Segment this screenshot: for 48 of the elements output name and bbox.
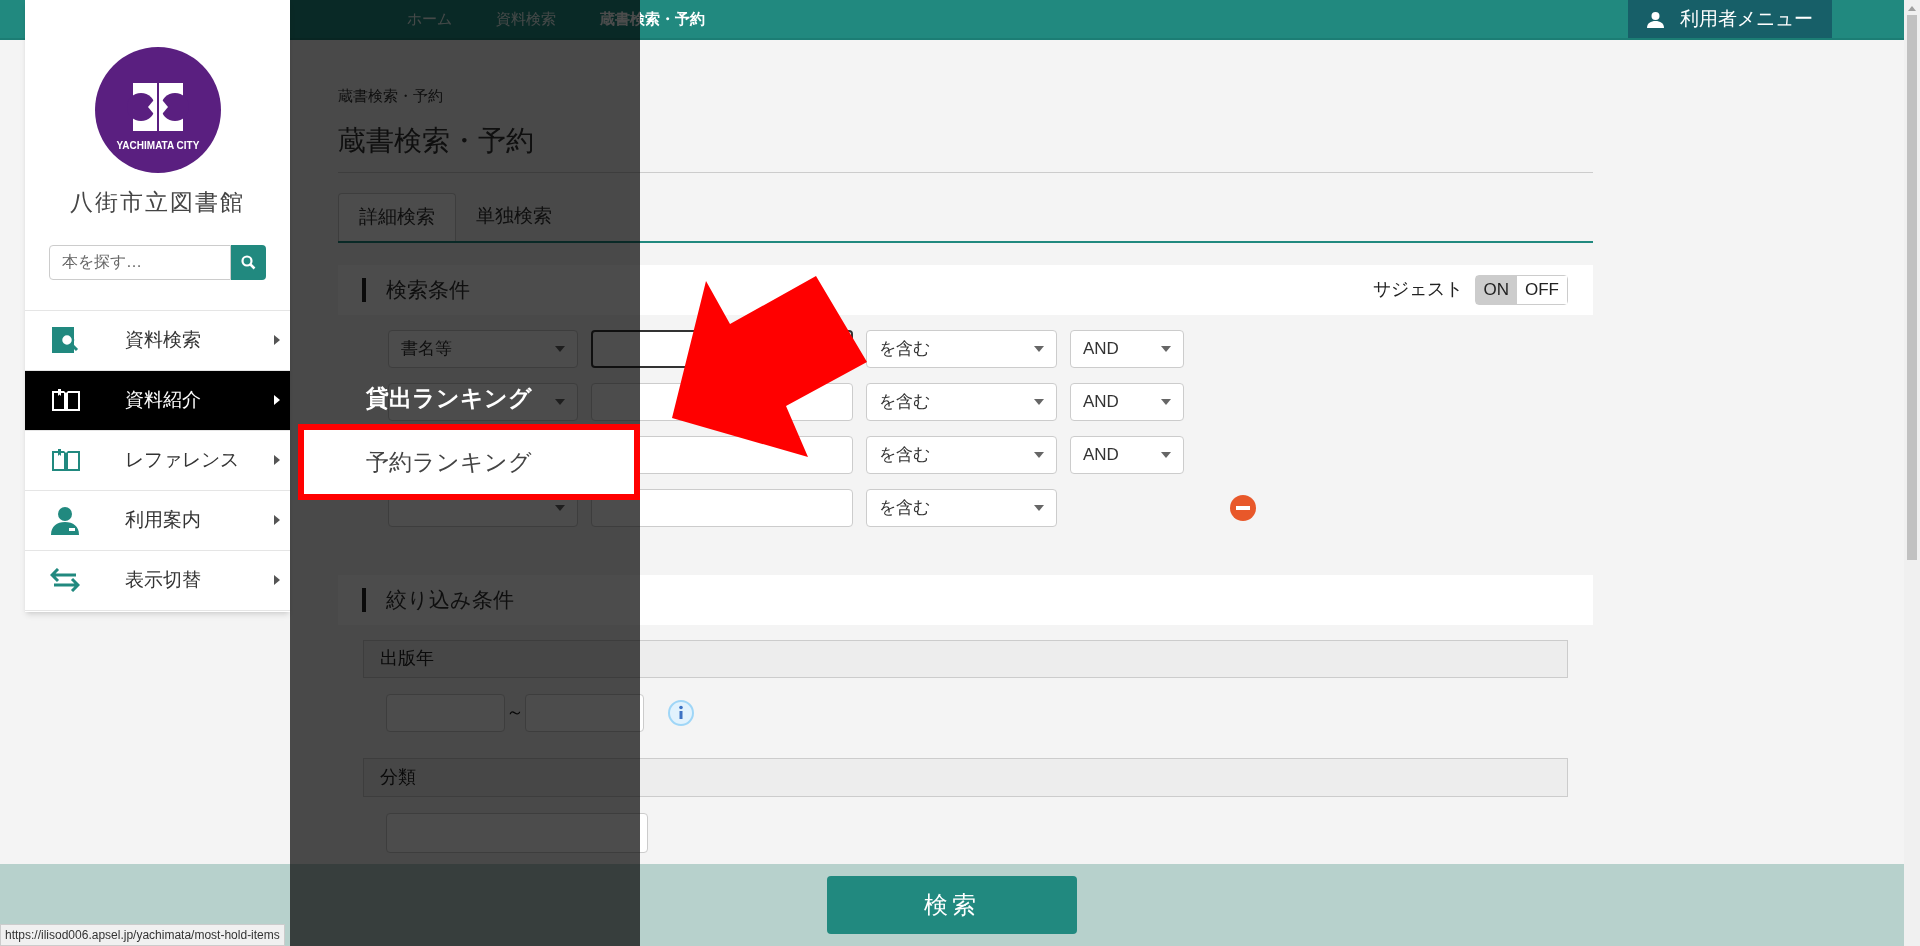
caret-icon: [274, 455, 280, 465]
caret-icon: [274, 575, 280, 585]
dropdown[interactable]: を含む: [866, 329, 1057, 368]
caret-icon: [1034, 451, 1044, 458]
user-icon: [1647, 10, 1664, 28]
status-url: https://ilisod006.apsel.jp/yachimata/most-hold-items: [0, 924, 285, 946]
library-name: 八街市立図書館: [70, 188, 245, 217]
caret-icon: [1034, 398, 1044, 405]
open-book-icon: [50, 387, 82, 413]
open-book-icon: [50, 447, 82, 473]
search-button[interactable]: [231, 244, 266, 280]
caret-icon: [274, 335, 280, 345]
dropdown[interactable]: AND: [1070, 435, 1184, 474]
dropdown[interactable]: を含む: [866, 382, 1057, 421]
range-separator: ～: [505, 701, 525, 724]
swap-arrows-icon: [50, 568, 80, 592]
city-logo: YACHIMATA CITY: [94, 47, 221, 173]
search-field[interactable]: 本を探す…: [49, 244, 231, 280]
sidebar-item[interactable]: 利用案内: [25, 490, 290, 551]
caret-icon: [1161, 345, 1171, 352]
info-icon[interactable]: [668, 699, 694, 726]
caret-icon: [274, 515, 280, 525]
search-button[interactable]: 検索: [827, 876, 1077, 934]
dropdown[interactable]: を含む: [866, 488, 1057, 527]
sidebar-item[interactable]: 資料検索: [25, 310, 290, 371]
sidebar-item[interactable]: 資料紹介: [25, 370, 290, 431]
search-icon: [241, 254, 256, 270]
suggest-label: サジェスト: [1372, 278, 1463, 301]
submenu-item[interactable]: 貸出ランキング: [290, 372, 640, 424]
caret-icon: [274, 395, 280, 405]
submenu-item[interactable]: 予約ランキング: [298, 424, 640, 500]
dropdown[interactable]: AND: [1070, 382, 1184, 421]
caret-icon: [1161, 398, 1171, 405]
dropdown[interactable]: を含む: [866, 435, 1057, 474]
section-title: 検索条件: [386, 276, 470, 303]
toggle-option[interactable]: ON: [1475, 275, 1517, 304]
caret-icon: [1034, 504, 1044, 511]
dropdown[interactable]: AND: [1070, 329, 1184, 368]
person-icon: [50, 505, 80, 535]
user-menu-button[interactable]: 利用者メニュー: [1628, 0, 1832, 38]
magnifier-book-icon: [50, 325, 80, 355]
remove-icon[interactable]: [1230, 494, 1256, 521]
sidebar-item[interactable]: レファレンス: [25, 430, 290, 491]
breadcrumb-title: 蔵書検索・予約: [338, 86, 444, 106]
caret-icon: [1034, 345, 1044, 352]
section-title: 絞り込み条件: [386, 586, 514, 613]
caret-icon: [1161, 451, 1171, 458]
sidebar-item[interactable]: 表示切替: [25, 550, 290, 611]
